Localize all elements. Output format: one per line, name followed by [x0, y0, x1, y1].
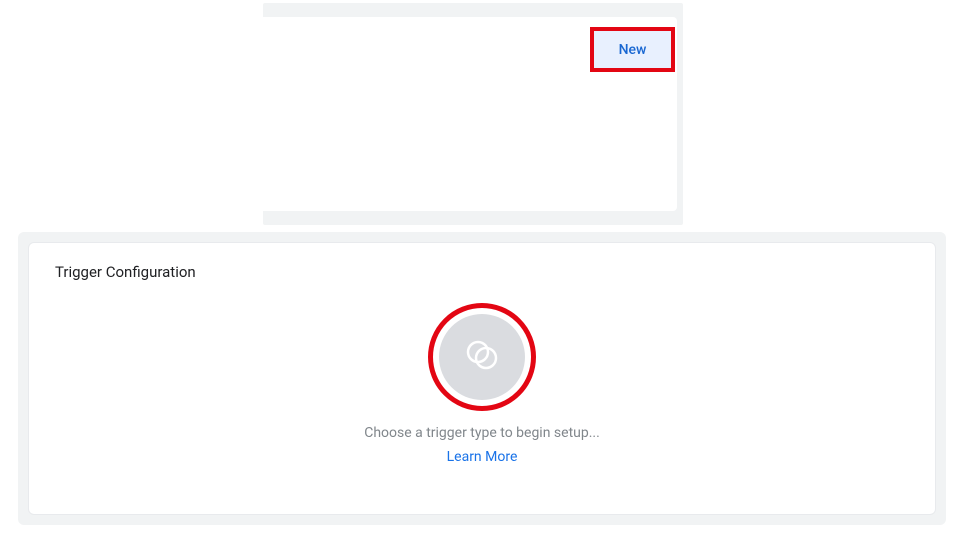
learn-more-link[interactable]: Learn More — [447, 449, 518, 465]
trigger-overlap-icon — [465, 338, 499, 376]
new-button-highlight: New — [590, 27, 675, 72]
new-button[interactable]: New — [594, 31, 671, 68]
trigger-config-panel: Trigger Configuration Choose a trigger t… — [18, 232, 946, 525]
trigger-helper-text: Choose a trigger type to begin setup... — [364, 425, 600, 441]
choose-trigger-type-button[interactable] — [439, 314, 525, 400]
top-panel: New — [263, 3, 683, 225]
trigger-config-title: Trigger Configuration — [55, 263, 909, 281]
trigger-config-card[interactable]: Trigger Configuration Choose a trigger t… — [28, 242, 936, 515]
top-panel-inner: New — [263, 17, 677, 211]
trigger-config-body: Choose a trigger type to begin setup... … — [55, 281, 909, 494]
trigger-icon-highlight — [428, 303, 536, 411]
